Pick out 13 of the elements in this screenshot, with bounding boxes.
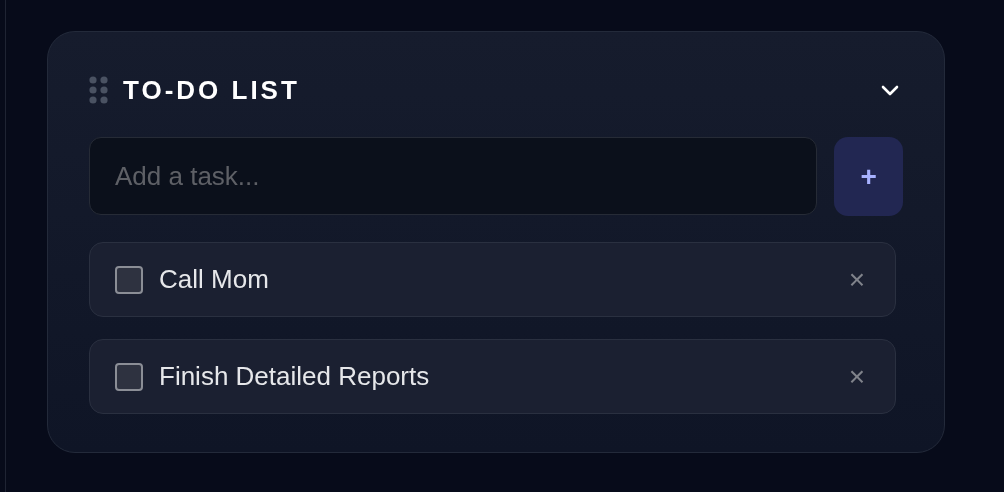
- task-checkbox[interactable]: [115, 265, 143, 294]
- task-text: Finish Detailed Reports: [159, 360, 430, 393]
- task-item[interactable]: Call Mom ×: [89, 242, 896, 317]
- delete-task-button[interactable]: ×: [844, 362, 869, 391]
- drag-handle-icon[interactable]: [89, 76, 109, 104]
- widget-title: TO-DO LIST: [123, 73, 300, 107]
- chevron-down-icon[interactable]: [881, 84, 899, 96]
- task-item[interactable]: Finish Detailed Reports ×: [89, 339, 896, 414]
- task-text: Call Mom: [159, 263, 269, 296]
- add-task-button[interactable]: +: [834, 137, 903, 216]
- task-checkbox[interactable]: [115, 362, 143, 391]
- delete-task-button[interactable]: ×: [844, 265, 869, 294]
- task-input-field[interactable]: Add a task...: [89, 137, 818, 215]
